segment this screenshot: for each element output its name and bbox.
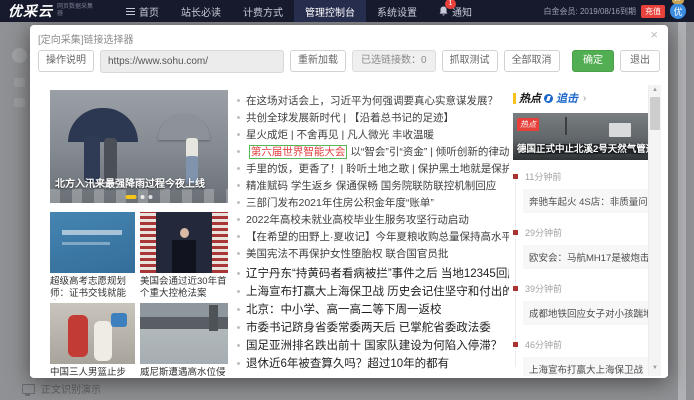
- carousel-dot[interactable]: [126, 195, 137, 199]
- background-page-scrollbar: [678, 22, 686, 400]
- menu-item-console[interactable]: 管理控制台: [294, 0, 366, 22]
- menu-item-pricing[interactable]: 计费方式: [232, 0, 294, 22]
- photo-sign-image: [50, 212, 135, 273]
- news-link[interactable]: 星火成炬 | 不舍再见 | 凡人微光 丰收温暖: [237, 127, 509, 144]
- recharge-button[interactable]: 充值: [641, 5, 665, 18]
- photo-president-image: [140, 212, 228, 273]
- carousel-dot[interactable]: [149, 195, 153, 199]
- timeline-item[interactable]: 39分钟前 成都地铁回应女子对小孩踹地铁: [513, 282, 649, 325]
- background-demo-label: 正文识别演示: [22, 381, 101, 396]
- app-logo: 优采云: [8, 1, 53, 21]
- content-scrollbar[interactable]: ▲ ▼: [648, 85, 661, 376]
- selected-link-highlight[interactable]: 第六届世界智能大会: [249, 145, 348, 159]
- membership-status: 白金会员: 2019/08/16到期: [544, 6, 636, 17]
- hot-timeline: 11分钟前 奔驰车起火 4S店：非质量问题 29分钟前 欧安会：马航MH17是被…: [513, 170, 649, 376]
- carousel-dot[interactable]: [141, 195, 145, 199]
- embedded-webpage: 北方入汛来最强降雨过程今夜上线 超级高考志愿规划师：证书交钱就能拿 美国会通过近…: [30, 85, 668, 376]
- timeline-item[interactable]: 46分钟前 上海宣布打赢大上海保卫战: [513, 338, 649, 376]
- bullet-icon: [513, 230, 518, 235]
- timeline-headline[interactable]: 上海宣布打赢大上海保卫战: [523, 357, 649, 376]
- hot-news-card[interactable]: 热点 德国正式中止北溪2号天然气管道: [513, 113, 649, 160]
- confirm-button[interactable]: 确定: [572, 50, 614, 72]
- news-link[interactable]: 精准赋码 学生返乡 保通保畅 国务院联防联控机制回应: [237, 178, 509, 195]
- monitor-icon: [22, 384, 35, 394]
- news-link[interactable]: 北京：中小学、高一高二等下周一返校: [237, 301, 509, 319]
- scroll-up-arrow[interactable]: ▲: [649, 85, 661, 96]
- photo-caption[interactable]: 美国会通过近30年首个重大控枪法案: [140, 276, 228, 300]
- exit-button[interactable]: 退出: [620, 50, 660, 72]
- photo-card[interactable]: 美国会通过近30年首个重大控枪法案: [140, 212, 228, 300]
- background-sidebar-icon: [12, 48, 27, 63]
- news-link[interactable]: 手里的饭，更香了！| 聆听土地之歌 | 保护黑土地就是保护每个…: [237, 161, 509, 178]
- news-list-major: 辽宁丹东“持黄码者看病被拦”事件之后 当地12345回应 上海宣布打赢大上海保卫…: [237, 265, 509, 373]
- news-link[interactable]: 三部门发布2021年住房公积金年度“账单”: [237, 195, 509, 212]
- background-sidebar-icon: [14, 78, 25, 87]
- hot-caption[interactable]: 德国正式中止北溪2号天然气管道: [517, 141, 649, 155]
- menu-item-settings[interactable]: 系统设置: [366, 0, 428, 22]
- main-menu: 首页 站长必读 计费方式 管理控制台 系统设置 1 通知: [115, 0, 483, 22]
- news-link[interactable]: 【在希望的田野上·夏收记】今年夏粮收购总量保持高水平: [237, 229, 509, 246]
- target-icon: [544, 94, 553, 103]
- carousel-caption[interactable]: 北方入汛来最强降雨过程今夜上线: [55, 175, 205, 190]
- photo-card[interactable]: 威尼斯遭遇高水位侵袭 圣: [140, 303, 228, 376]
- timeline-headline[interactable]: 欧安会：马航MH17是被炮击落: [523, 245, 649, 269]
- top-navbar: 优采云 网页数据采集器 首页 站长必读 计费方式 管理控制台 系统设置 1 通知…: [0, 0, 694, 22]
- navbar-right: 白金会员: 2019/08/16到期 充值 优 VIP: [544, 3, 686, 19]
- news-link[interactable]: 国足亚洲排名跌出前十 国家队建设为何陷入停滞？: [237, 337, 509, 355]
- news-list: 在这场对话会上，习近平为何强调要真心实意谋发展？ 共创全球发展新时代 | 【沿着…: [237, 93, 509, 263]
- menu-item-notifications[interactable]: 1 通知: [428, 0, 483, 22]
- capture-test-button[interactable]: 抓取测试: [442, 50, 498, 72]
- news-link[interactable]: 上海宣布打赢大上海保卫战 历史会记住坚守和付出的所有人: [237, 283, 509, 301]
- news-link-highlighted[interactable]: 第六届世界智能大会 以“智会”引“资金” | 倾听创新的律动: [237, 144, 509, 161]
- hot-tag: 热点: [517, 118, 539, 131]
- menu-item-home[interactable]: 首页: [115, 0, 170, 22]
- modal-toolbar: 操作说明 重新加载 已选链接数：0 抓取测试 全部取消 确定 退出: [38, 47, 660, 75]
- news-link[interactable]: 在这场对话会上，习近平为何强调要真心实意谋发展？: [237, 93, 509, 110]
- news-link[interactable]: 美国宪法不再保护女性堕胎权 联合国官员批: [237, 246, 509, 263]
- timeline-item[interactable]: 29分钟前 欧安会：马航MH17是被炮击落: [513, 226, 649, 269]
- menu-item-must-read[interactable]: 站长必读: [170, 0, 232, 22]
- photo-caption[interactable]: 超级高考志愿规划师：证书交钱就能拿: [50, 276, 135, 300]
- news-link[interactable]: 共创全球发展新时代 | 【沿着总书记的足迹】: [237, 110, 509, 127]
- news-link[interactable]: 辽宁丹东“持黄码者看病被拦”事件之后 当地12345回应: [237, 265, 509, 283]
- news-link[interactable]: 市委书记跻身省委常委两天后 已掌舵省委政法委: [237, 319, 509, 337]
- vip-badge: VIP: [672, 0, 684, 4]
- selected-count: 已选链接数：0: [352, 50, 436, 72]
- close-icon[interactable]: ×: [650, 28, 658, 42]
- carousel-dots: [126, 195, 153, 199]
- photo-venice-image: [140, 303, 228, 364]
- bullet-icon: [513, 286, 518, 291]
- photo-basketball-image: [50, 303, 135, 364]
- chevron-right-icon: ›: [583, 93, 586, 104]
- yellow-bar: [513, 93, 516, 104]
- photo-caption[interactable]: 威尼斯遭遇高水位侵袭 圣: [140, 367, 228, 376]
- photo-card[interactable]: 中国三人男篮止步小组赛: [50, 303, 135, 376]
- app-tagline: 网页数据采集器: [57, 4, 93, 18]
- scrollbar-thumb[interactable]: [650, 97, 660, 130]
- modal-title: [定向采集]链接选择器: [38, 31, 134, 46]
- bell-icon: 1: [439, 6, 448, 16]
- news-link[interactable]: 2022年高校未就业高校毕业生服务攻坚行动启动: [237, 212, 509, 229]
- help-button[interactable]: 操作说明: [38, 50, 94, 72]
- hot-topics-sidebar: 热点 追击 › 热点 德国正式中止北溪2号天然气管道 11分钟前 奔驰车起火 4…: [513, 90, 649, 376]
- timeline-headline[interactable]: 奔驰车起火 4S店：非质量问题: [523, 189, 649, 213]
- notification-badge: 1: [445, 0, 456, 9]
- scroll-down-arrow[interactable]: ▼: [649, 363, 661, 374]
- bullet-icon: [513, 174, 518, 179]
- avatar[interactable]: 优 VIP: [670, 3, 686, 19]
- background-sidebar-icon: [14, 98, 25, 107]
- url-input[interactable]: [100, 50, 284, 73]
- photo-card[interactable]: 超级高考志愿规划师：证书交钱就能拿: [50, 212, 135, 300]
- bullet-icon: [513, 342, 518, 347]
- news-link[interactable]: 退休近6年被查算久吗？超过10年的都有: [237, 355, 509, 373]
- timeline-headline[interactable]: 成都地铁回应女子对小孩踹地铁: [523, 301, 649, 325]
- reload-button[interactable]: 重新加载: [290, 50, 346, 72]
- cancel-all-button[interactable]: 全部取消: [504, 50, 560, 72]
- timeline-item[interactable]: 11分钟前 奔驰车起火 4S店：非质量问题: [513, 170, 649, 213]
- hamburger-icon: [126, 8, 135, 15]
- hot-topics-header[interactable]: 热点 追击 ›: [513, 90, 649, 106]
- link-selector-modal: [定向采集]链接选择器 × 操作说明 重新加载 已选链接数：0 抓取测试 全部取…: [30, 25, 668, 378]
- photo-caption[interactable]: 中国三人男篮止步小组赛: [50, 367, 135, 376]
- carousel[interactable]: 北方入汛来最强降雨过程今夜上线: [50, 90, 228, 203]
